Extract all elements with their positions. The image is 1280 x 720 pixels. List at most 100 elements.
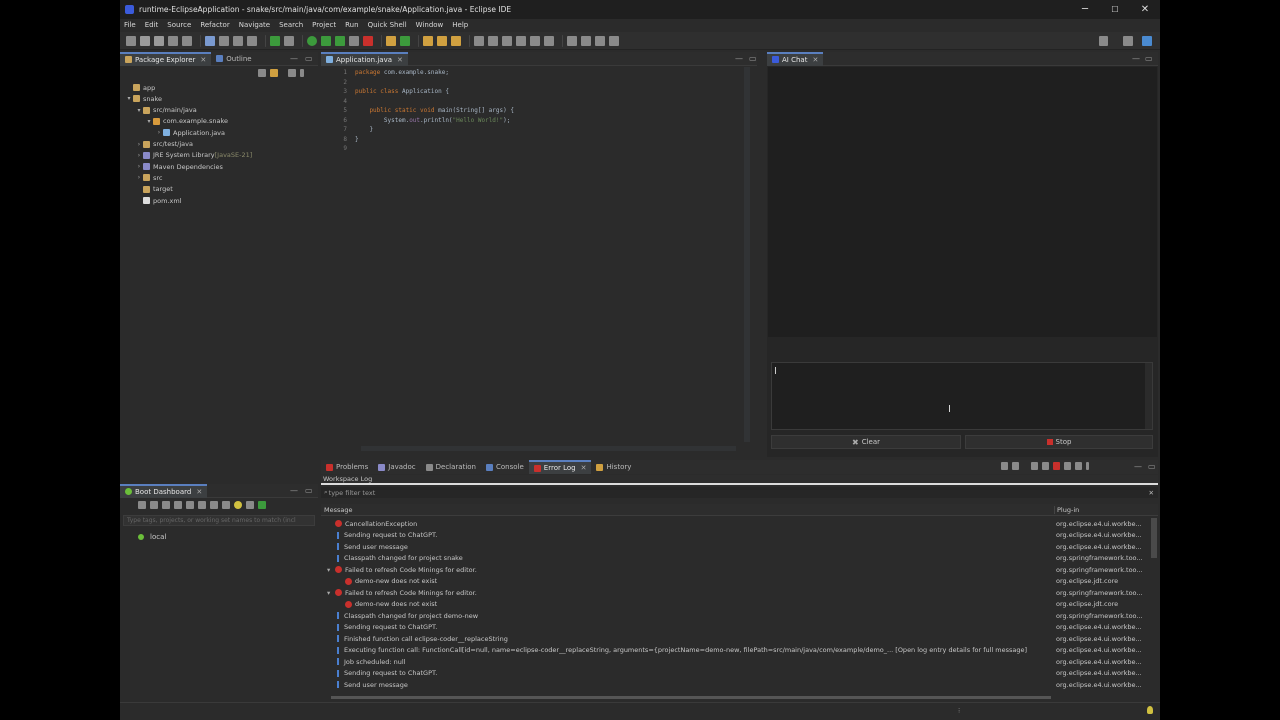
open-browser-icon[interactable] [174,501,182,509]
tree-item[interactable]: › src [135,172,163,183]
maximize-view-icon[interactable]: ▭ [749,54,757,63]
tree-item[interactable]: › src/test/java [135,139,193,150]
tree-item[interactable]: ▾ com.example.snake [145,116,228,127]
log-filter-input[interactable]: ⌕ type filter text ✕ [321,487,1158,498]
tree-item[interactable]: target [135,184,173,195]
print-icon[interactable] [205,35,215,46]
maximize-view-icon[interactable]: ▭ [305,54,313,63]
tab-ai-chat[interactable]: AI Chat ✕ [767,51,824,66]
boot-filter-input[interactable]: Type tags, projects, or working set name… [123,515,315,526]
pin-editor-icon[interactable] [609,35,619,46]
input-scrollbar[interactable] [1145,363,1152,429]
table-row[interactable]: Finished function call eclipse-coder__re… [321,633,1151,645]
stop-icon[interactable] [162,501,170,509]
minimize-button[interactable]: ─ [1070,0,1100,19]
filter-icon[interactable] [246,501,254,509]
table-row[interactable]: CancellationException org.eclipse.e4.ui.w… [321,518,1151,530]
col-message[interactable]: Message [324,506,353,514]
tab-console[interactable]: Console [481,460,529,474]
expand-toggle-icon[interactable]: › [135,152,143,159]
show-whitespace-icon[interactable] [530,35,540,46]
restore-log-icon[interactable] [1075,462,1082,470]
edit-icon[interactable] [210,501,218,509]
menu-file[interactable]: File [124,21,136,29]
expand-toggle-icon[interactable]: ▾ [145,118,153,125]
view-menu-icon[interactable] [300,69,304,77]
expand-toggle-icon[interactable]: › [135,141,143,148]
export-log-icon[interactable] [1001,462,1008,470]
lightbulb-icon[interactable] [234,501,242,509]
chat-input[interactable]: I [771,362,1153,430]
table-row[interactable]: demo-new does not exist org.eclipse.jdt.c… [321,576,1151,588]
tab-application-java[interactable]: Application.java ✕ [321,51,408,66]
new-icon[interactable] [126,35,136,46]
tree-item[interactable]: pom.xml [135,195,182,206]
tree-item[interactable]: › JRE System Library [JavaSE-21] [135,150,253,161]
tab-declaration[interactable]: Declaration [421,460,481,474]
maximize-view-icon[interactable]: ▭ [305,486,313,495]
toggle-mark-icon[interactable] [474,35,484,46]
table-row[interactable]: ▾ Failed to refresh Code Minings for edit… [321,587,1151,599]
collapse-all-icon[interactable] [258,69,266,77]
maximize-view-icon[interactable]: ▭ [1148,462,1156,471]
close-tab-icon[interactable]: ✕ [200,56,206,64]
expand-toggle-icon[interactable]: ▾ [327,589,335,597]
table-row[interactable]: Job scheduled: null org.eclipse.e4.ui.wor… [321,656,1151,668]
forward-icon[interactable] [595,35,605,46]
clear-button[interactable]: ✖ Clear [771,435,961,449]
menu-project[interactable]: Project [312,21,336,29]
save-all-icon[interactable] [154,35,164,46]
new-java-project-icon[interactable] [386,35,396,46]
expand-toggle-icon[interactable]: ▾ [327,566,335,574]
close-tab-icon[interactable]: ✕ [196,488,202,496]
boot-item-local[interactable]: local [138,533,166,541]
undo-icon[interactable] [168,35,178,46]
open-task-icon[interactable] [437,35,447,46]
tab-javadoc[interactable]: Javadoc [373,460,420,474]
close-tab-icon[interactable]: ✕ [397,56,403,64]
table-row[interactable]: Sending request to ChatGPT. org.eclipse.e… [321,622,1151,634]
lightbulb-icon[interactable] [1147,706,1153,714]
annotation-next-icon[interactable] [488,35,498,46]
java-perspective-icon[interactable] [1142,35,1152,46]
menu-refactor[interactable]: Refactor [200,21,229,29]
open-perspective-icon[interactable] [1123,35,1133,46]
vertical-scrollbar[interactable] [744,67,750,442]
maximize-view-icon[interactable]: ▭ [1145,54,1153,63]
last-edit-icon[interactable] [567,35,577,46]
tab-outline[interactable]: Outline [211,52,256,66]
tree-item[interactable]: › Application.java [155,127,225,138]
relaunch-icon[interactable] [284,35,294,46]
expand-toggle-icon[interactable]: ▾ [135,107,143,114]
search-icon[interactable] [1099,35,1108,46]
tree-item[interactable]: app [125,82,155,93]
save-icon[interactable] [140,35,150,46]
table-row[interactable]: Sending request to ChatGPT. org.eclipse.e… [321,668,1151,680]
stop-icon[interactable] [349,35,359,46]
menu-navigate[interactable]: Navigate [239,21,270,29]
external-tools-icon[interactable] [363,35,373,46]
coverage-icon[interactable] [335,35,345,46]
search-tool-icon[interactable] [451,35,461,46]
menu-quick-shell[interactable]: Quick Shell [368,21,407,29]
tab-package-explorer[interactable]: Package Explorer ✕ [120,51,212,66]
table-row[interactable]: Executing function call: FunctionCall[id… [321,645,1151,657]
menu-run[interactable]: Run [345,21,358,29]
menu-help[interactable]: Help [452,21,468,29]
annotation-prev-icon[interactable] [502,35,512,46]
link-editor-icon[interactable] [270,69,278,77]
open-type-icon[interactable] [423,35,433,46]
stop-button[interactable]: Stop [965,435,1153,449]
refresh-icon[interactable] [198,501,206,509]
expand-toggle-icon[interactable]: › [135,174,143,181]
redo-icon[interactable] [182,35,192,46]
minimize-view-icon[interactable]: — [290,54,298,63]
word-wrap-icon[interactable] [544,35,554,46]
console-icon[interactable] [186,501,194,509]
close-tab-icon[interactable]: ✕ [812,56,818,64]
tree-item[interactable]: ▾ src/main/java [135,105,196,116]
minimize-view-icon[interactable]: — [735,54,743,63]
back-icon[interactable] [581,35,591,46]
boot-icon[interactable] [270,35,280,46]
table-row[interactable]: Send user message org.eclipse.e4.ui.workb… [321,679,1151,690]
